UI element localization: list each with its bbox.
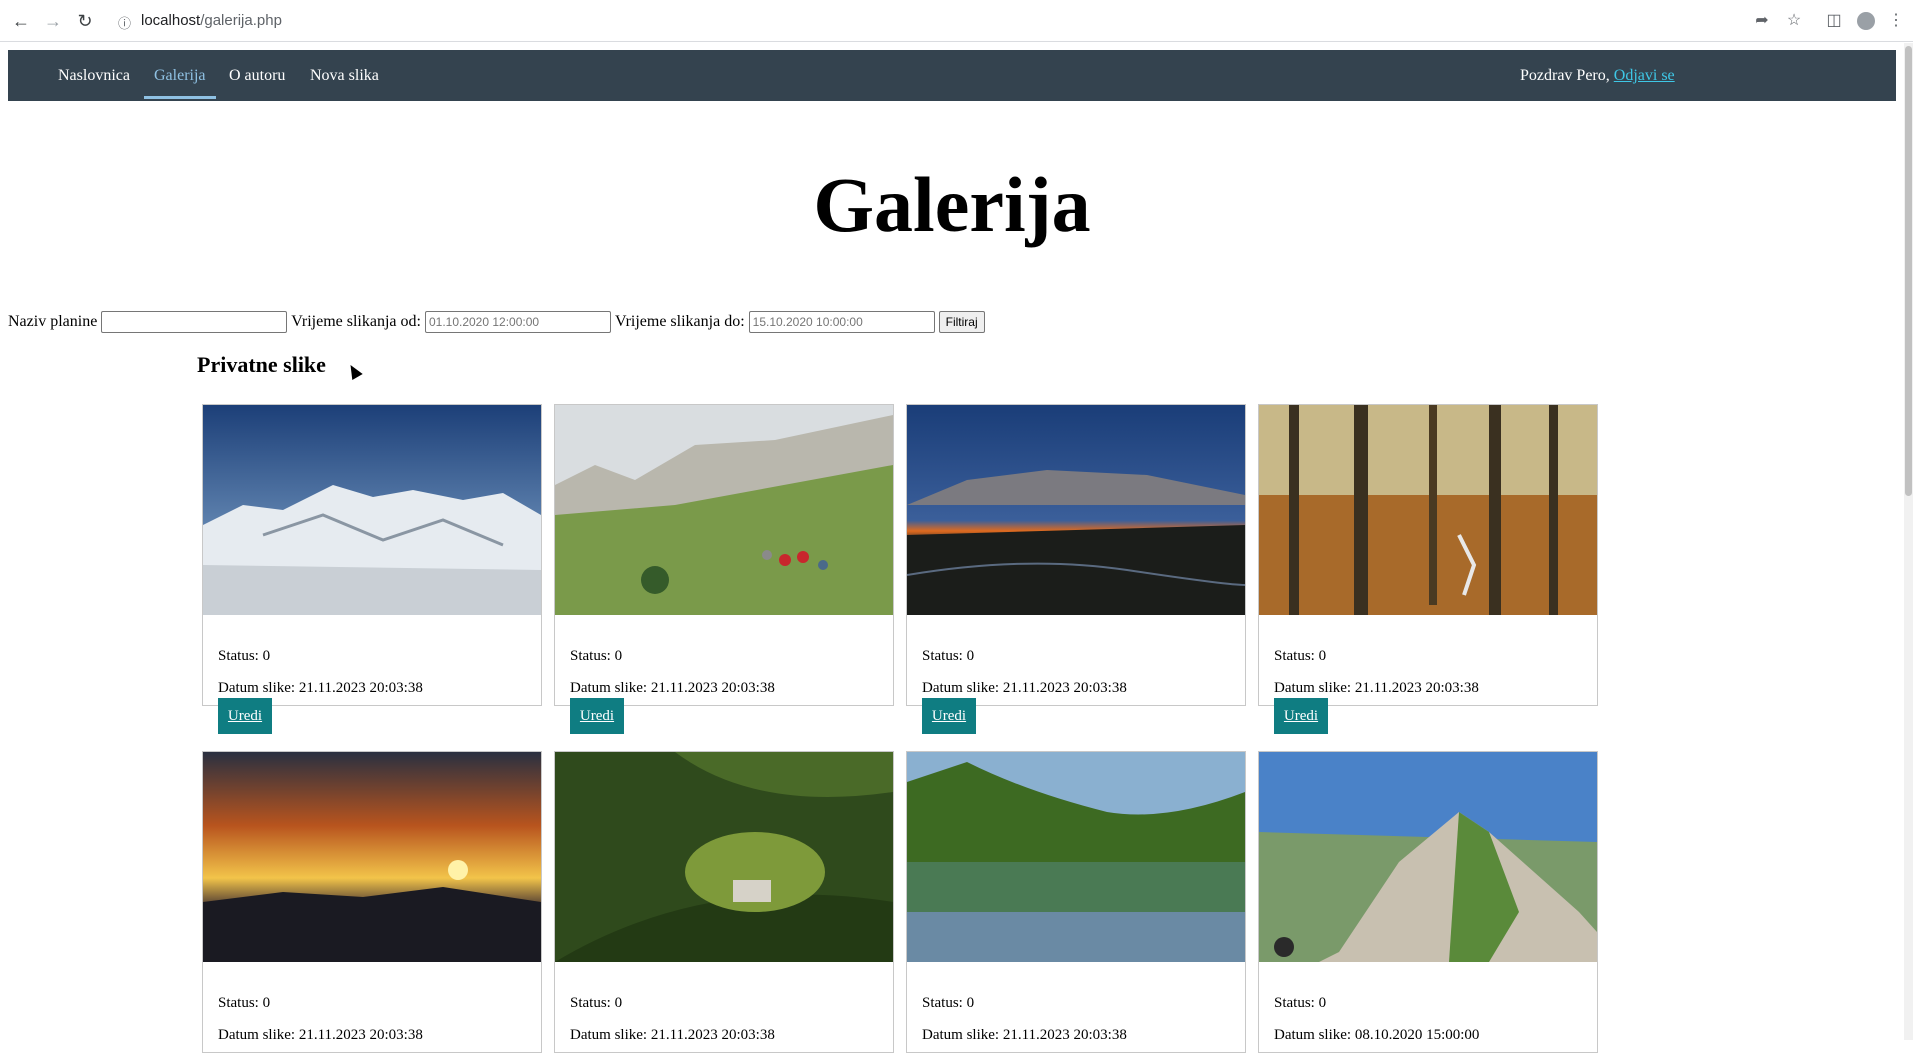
card-status: Status: 0 (570, 995, 623, 1011)
date-to-label: Vrijeme slikanja do: (614, 313, 745, 330)
browser-toolbar: ← → ↻ ⓘ localhost/galerija.php ➦ ☆ ◫ ⋮ (0, 0, 1913, 42)
gallery-photo[interactable] (555, 405, 893, 615)
date-from-input[interactable] (424, 311, 611, 333)
card-date: Datum slike: 21.11.2023 20:03:38 (1274, 680, 1479, 696)
user-greeting: Pozdrav Pero, Odjavi se (1520, 67, 1675, 85)
card-date: Datum slike: 21.11.2023 20:03:38 (570, 680, 775, 696)
share-icon[interactable]: ➦ (1750, 9, 1774, 33)
card-status: Status: 0 (1274, 995, 1327, 1011)
gallery-photo[interactable] (907, 405, 1245, 615)
menu-kebab-icon[interactable]: ⋮ (1884, 9, 1908, 33)
edit-button[interactable]: Uredi (1274, 698, 1328, 734)
gallery-card: Status: 0 Datum slike: 21.11.2023 20:03:… (554, 751, 894, 1053)
gallery-card: Status: 0 Datum slike: 21.11.2023 20:03:… (906, 751, 1246, 1053)
gallery-photo[interactable] (1259, 405, 1597, 615)
site-navbar: Naslovnica Galerija O autoru Nova slika … (8, 50, 1896, 101)
gallery-photo[interactable] (1259, 752, 1597, 962)
mountain-name-input[interactable] (101, 311, 288, 333)
date-to-input[interactable] (748, 311, 935, 333)
gallery-photo[interactable] (555, 752, 893, 962)
greeting-text: Pozdrav Pero, (1520, 67, 1610, 84)
back-arrow-icon[interactable]: ← (9, 9, 33, 33)
section-title: Privatne slike (197, 352, 326, 377)
nav-link-naslovnica[interactable]: Naslovnica (58, 67, 130, 85)
gallery-card: Status: 0 Datum slike: 21.11.2023 20:03:… (554, 404, 894, 706)
gallery-card: Status: 0 Datum slike: 21.11.2023 20:03:… (906, 404, 1246, 706)
mountain-name-label: Naziv planine (8, 313, 98, 330)
gallery-photo[interactable] (203, 752, 541, 962)
gallery-card: Status: 0 Datum slike: 08.10.2020 15:00:… (1258, 751, 1598, 1053)
nav-link-o-autoru[interactable]: O autoru (229, 67, 285, 85)
edit-button[interactable]: Uredi (218, 698, 272, 734)
card-date: Datum slike: 21.11.2023 20:03:38 (218, 680, 423, 696)
nav-active-indicator (144, 96, 216, 99)
nav-link-nova-slika[interactable]: Nova slika (310, 67, 379, 85)
card-status: Status: 0 (922, 995, 975, 1011)
page-title: Galerija (813, 161, 1091, 248)
card-date: Datum slike: 21.11.2023 20:03:38 (922, 1027, 1127, 1043)
gallery-photo[interactable] (203, 405, 541, 615)
nav-link-galerija[interactable]: Galerija (154, 67, 206, 85)
gallery-card: Status: 0 Datum slike: 21.11.2023 20:03:… (202, 404, 542, 706)
address-bar[interactable]: localhost/galerija.php (141, 12, 282, 29)
url-host: localhost (141, 12, 201, 29)
reload-icon[interactable]: ↻ (73, 9, 97, 33)
logout-link[interactable]: Odjavi se (1614, 67, 1675, 84)
edit-button[interactable]: Uredi (570, 698, 624, 734)
mouse-cursor-icon (345, 361, 363, 381)
bookmark-star-icon[interactable]: ☆ (1782, 9, 1806, 33)
card-status: Status: 0 (922, 648, 975, 664)
card-status: Status: 0 (218, 995, 271, 1011)
card-date: Datum slike: 08.10.2020 15:00:00 (1274, 1027, 1480, 1043)
forward-arrow-icon[interactable]: → (41, 9, 65, 33)
card-date: Datum slike: 21.11.2023 20:03:38 (218, 1027, 423, 1043)
site-info-icon[interactable]: ⓘ (118, 13, 131, 32)
filter-button[interactable]: Filtiraj (938, 311, 985, 333)
filter-form: Naziv planine Vrijeme slikanja od: Vrije… (8, 310, 985, 334)
card-status: Status: 0 (218, 648, 271, 664)
gallery-card: Status: 0 Datum slike: 21.11.2023 20:03:… (1258, 404, 1598, 706)
date-from-label: Vrijeme slikanja od: (291, 313, 421, 330)
gallery-photo[interactable] (907, 752, 1245, 962)
gallery-card: Status: 0 Datum slike: 21.11.2023 20:03:… (202, 751, 542, 1053)
edit-button[interactable]: Uredi (922, 698, 976, 734)
url-path: /galerija.php (200, 12, 282, 29)
page-scrollbar-thumb[interactable] (1905, 46, 1912, 496)
card-date: Datum slike: 21.11.2023 20:03:38 (570, 1027, 775, 1043)
card-date: Datum slike: 21.11.2023 20:03:38 (922, 680, 1127, 696)
side-panel-icon[interactable]: ◫ (1822, 9, 1846, 33)
card-status: Status: 0 (570, 648, 623, 664)
profile-avatar-icon[interactable] (1854, 9, 1878, 33)
card-status: Status: 0 (1274, 648, 1327, 664)
